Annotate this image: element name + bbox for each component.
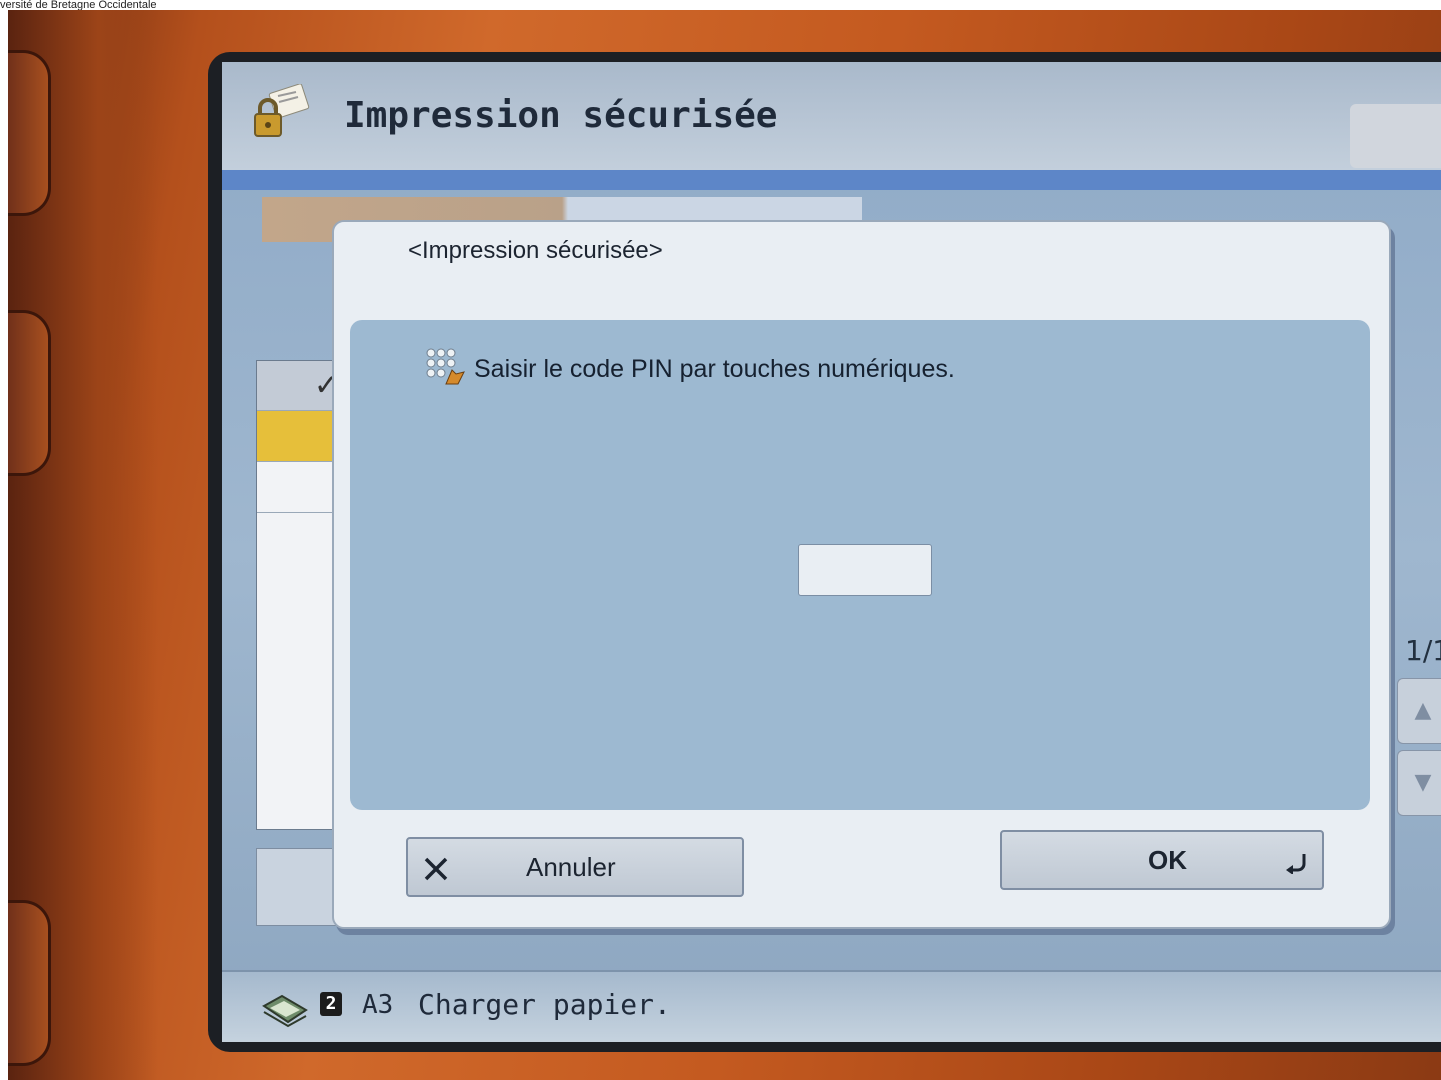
tray-number-badge: 2 <box>320 992 342 1016</box>
dialog-body: Saisir le code PIN par touches numérique… <box>350 320 1370 810</box>
dialog-title: <Impression sécurisée> <box>408 237 663 264</box>
status-message: Charger papier. <box>418 988 671 1021</box>
image-caption: versité de Bretagne Occidentale <box>0 0 157 10</box>
hardware-button-top[interactable] <box>8 50 51 216</box>
cancel-button-label: Annuler <box>526 852 616 882</box>
up-arrow-icon[interactable]: ▲ <box>1397 678 1441 744</box>
page-title: Impression sécurisée <box>344 95 778 136</box>
touch-screen: Impression sécurisée ✓ 1/1 ▲ ▼ 2 A3 Char… <box>222 62 1441 1042</box>
page-indicator: 1/1 <box>1405 634 1441 667</box>
pin-dialog: <Impression sécurisée> Saisir le code PI… <box>332 220 1391 929</box>
app-header: Impression sécurisée <box>222 62 1441 170</box>
lock-icon <box>254 84 310 137</box>
down-arrow-icon[interactable]: ▼ <box>1397 750 1441 816</box>
cancel-button[interactable]: Annuler <box>406 837 744 897</box>
enter-icon <box>1286 854 1306 874</box>
status-bar: 2 A3 Charger papier. <box>222 970 1441 1042</box>
hardware-button-bottom[interactable] <box>8 900 51 1066</box>
header-menu-button[interactable] <box>1350 104 1441 168</box>
header-accent-stripe <box>222 170 1441 190</box>
pin-prompt: Saisir le code PIN par touches numérique… <box>474 355 955 383</box>
ok-button[interactable]: OK <box>1000 830 1324 890</box>
ok-button-label: OK <box>1148 845 1187 875</box>
paper-tray-icon <box>262 994 308 1028</box>
paper-size: A3 <box>362 990 394 1020</box>
x-icon <box>424 857 448 881</box>
pin-input[interactable] <box>798 544 932 596</box>
pin-keypad-icon <box>426 348 465 385</box>
hardware-button-middle[interactable] <box>8 310 51 476</box>
